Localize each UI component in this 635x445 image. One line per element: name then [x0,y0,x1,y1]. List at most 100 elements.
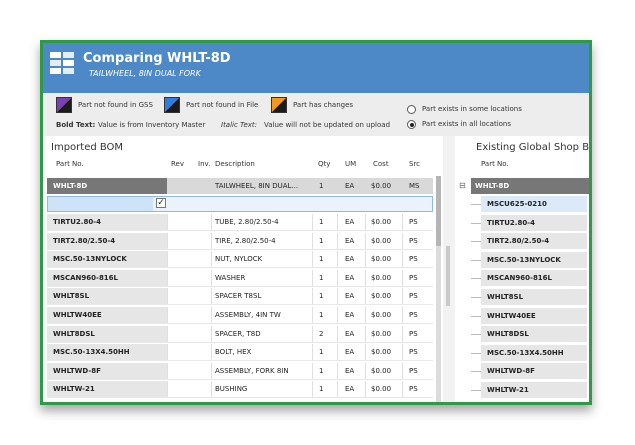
table-row[interactable]: WHLT8DSL [471,326,589,343]
desc-cell: SPACER, T8D [215,329,261,338]
part-no-cell: TIRT2.80/2.50-4 [53,236,116,245]
tree-connector [471,334,481,336]
table-row[interactable]: TIRTU2.80-4 TUBE, 2.80/2.50-4 1 EA $0.00 PS [47,214,433,231]
cell-divider [312,307,313,323]
tree-connector [471,297,481,298]
table-row[interactable]: TIRT2.80/2.50-4 [471,233,589,250]
cell-divider [365,362,366,379]
table-row[interactable]: WHLT8SL SPACER T8SL 1 EA $0.00 PS [47,288,433,306]
col-description[interactable]: Description [215,160,255,168]
col-um[interactable]: UM [345,160,356,168]
qty-cell: 1 [319,218,324,226]
col-part-no[interactable]: Part No. [481,160,509,168]
table-row[interactable]: TIRT2.80/2.50-4 TIRE, 2.80/2.50-4 1 EA $0.00… [47,232,433,250]
desc-cell: BUSHING [215,385,248,394]
table-row[interactable]: WHLTW-21 BUSHING 1 EA $0.00 PS [47,381,433,399]
table-row[interactable]: MSC.50-13X4.50HH [471,344,589,361]
table-row[interactable]: TIRTU2.80-4 [471,214,589,231]
table-row[interactable]: WHLT8DSL SPACER, T8D 2 EA $0.00 PS [47,325,433,343]
table-row[interactable]: MSC.50-13X4.50HH BOLT, HEX 1 EA $0.00 PS [47,344,433,362]
col-src[interactable]: Src [409,160,420,168]
part-no-cell: MSCAN960-816L [53,273,119,282]
legend-label: Part not found in GSS [78,101,153,109]
collapse-icon[interactable]: ⊟ [459,181,466,190]
table-row[interactable]: WHLTW40EE [471,307,589,324]
tree-connector [471,371,481,373]
part-no-cell: MSCU625-0210 [487,200,547,208]
part-no-cell: WHLT8SL [53,292,90,301]
tree-connector [471,390,481,391]
row-checkbox[interactable] [589,199,592,208]
cell-divider [402,288,403,305]
table-row[interactable]: MSC.50-13NYLOCK NUT, NYLOCK 1 EA $0.00 PS [47,251,433,269]
desc-cell: NUT, NYLOCK [215,255,263,264]
src-cell: PS [409,329,418,338]
table-row[interactable]: WHLTW40EE ASSEMBLY, 4IN TW 1 EA $0.00 PS [47,307,433,324]
tree-connector [471,222,481,224]
cell-divider [337,381,338,398]
qty-cell: 1 [319,273,324,282]
cost-cell: $0.00 [371,329,392,338]
app-icon [50,52,74,74]
part-no-cell: WHLTW-21 [53,385,95,394]
cell-divider [211,251,212,268]
radio-all-label: Part exists in all locations [422,120,512,128]
radio-all-locations[interactable] [407,120,416,129]
cell-divider [402,381,403,398]
splitter-grip[interactable] [446,246,450,306]
table-row[interactable]: MSCAN960-816L WASHER 1 EA $0.00 PS [47,269,433,287]
tree-connector [471,315,481,317]
cell-divider [365,232,366,249]
table-row-parent[interactable]: WHLT-8D TAILWHEEL, 8IN DUAL... 1 EA $0.0… [47,178,433,194]
radio-some-locations[interactable] [407,105,416,114]
tree-connector [471,278,481,280]
col-part-no[interactable]: Part No. [56,160,84,168]
table-row[interactable]: WHLTW-21 [471,382,589,398]
table-row[interactable]: WHLTWD-8F [471,363,589,380]
part-no-cell: MSC.50-13X4.50HH [487,348,564,357]
italic-text-desc: Value will not be updated on upload [264,121,391,129]
table-row[interactable]: MSCU625-0210 [471,196,592,212]
table-row[interactable]: MSCAN960-816L [471,270,589,287]
um-cell: EA [345,366,355,375]
src-cell: PS [409,255,418,264]
cell-divider [337,362,338,379]
qty-cell: 1 [319,366,324,375]
legend-label: Part not found in File [186,101,259,109]
tree-connector [471,204,481,205]
src-cell: MS [409,182,420,190]
cell-divider [167,288,168,305]
part-no-cell: MSC.50-13X4.50HH [53,348,130,357]
table-row-selected[interactable]: ✓ [47,196,433,212]
cell-divider [312,288,313,305]
part-no-cell: WHLTW40EE [53,311,102,319]
radio-some-label: Part exists in some locations [422,105,522,113]
left-scrollbar-thumb[interactable] [436,176,441,246]
has-changes-swatch [271,97,287,113]
cost-cell: $0.00 [371,182,392,190]
um-cell: EA [345,273,355,282]
cell-divider [365,325,366,342]
cell-divider [211,344,212,361]
row-checkbox[interactable]: ✓ [156,198,166,208]
cost-cell: $0.00 [371,273,392,282]
table-row-parent[interactable]: WHLT-8D [471,178,589,194]
table-row[interactable]: WHLTWD-8F ASSEMBLY, FORK 8IN 1 EA $0.00 PS [47,362,433,380]
cell-divider [402,362,403,379]
um-cell: EA [345,348,355,357]
table-row[interactable]: WHLT8SL [471,289,589,305]
col-qty[interactable]: Qty [318,160,330,168]
part-no-cell: WHLTW40EE [487,311,536,320]
cost-cell: $0.00 [371,385,392,394]
part-no-cell: WHLT8SL [487,293,524,301]
table-row[interactable]: MSC.50-13NYLOCK [471,251,589,268]
col-rev[interactable]: Rev [171,160,184,168]
panel-splitter[interactable] [443,136,455,402]
bold-text-desc: Value is from Inventory Master [98,121,206,129]
col-inv[interactable]: Inv. [198,160,210,168]
col-cost[interactable]: Cost [373,160,389,168]
part-no-cell: TIRTU2.80-4 [487,218,535,227]
cell-divider [312,214,313,230]
desc-cell: BOLT, HEX [215,348,252,357]
src-cell: PS [409,218,418,226]
